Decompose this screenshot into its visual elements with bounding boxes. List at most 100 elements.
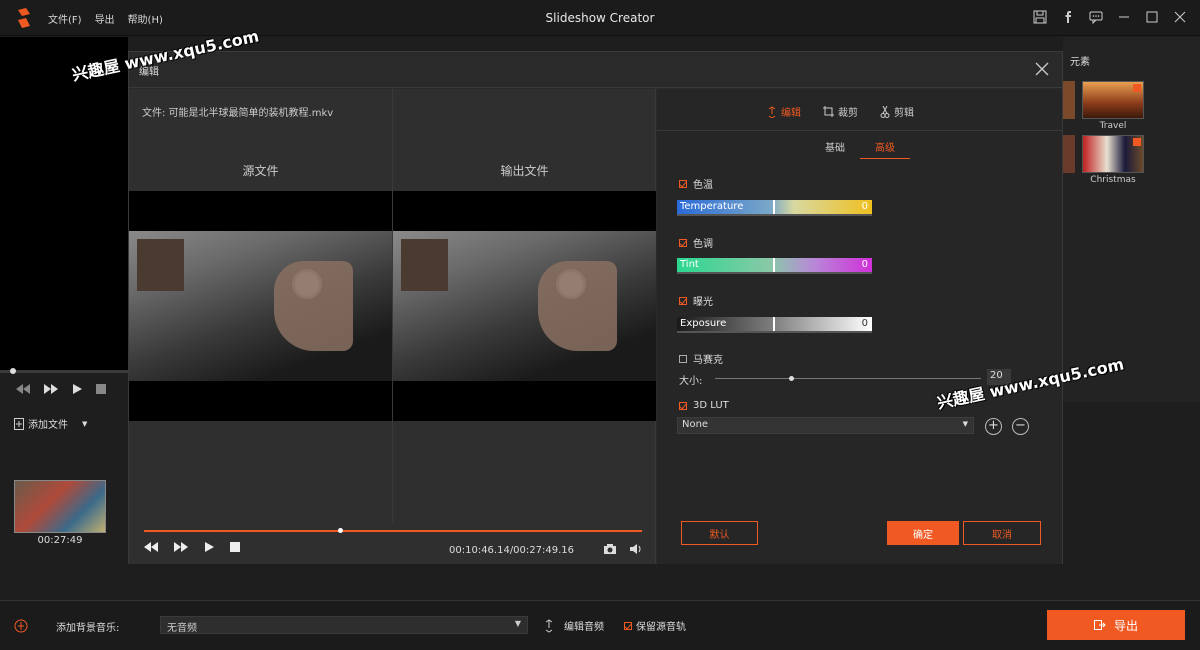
exposure-option[interactable]: 曝光 <box>679 293 713 308</box>
element-card-partial[interactable] <box>1063 135 1075 173</box>
lut-value: None <box>682 419 709 430</box>
temperature-value: 0 <box>861 201 868 212</box>
keep-track-checkbox[interactable]: 保留源音轨 <box>624 618 686 633</box>
export-label: 导出 <box>1113 618 1138 633</box>
exposure-slider[interactable]: Exposure 0 <box>677 317 872 333</box>
cancel-button[interactable]: 取消 <box>963 521 1041 545</box>
media-thumbnail[interactable] <box>14 480 106 533</box>
add-file-button[interactable]: 添加文件 ▼ <box>14 416 87 431</box>
mosaic-option[interactable]: 马赛克 <box>679 351 723 366</box>
tab-divider <box>657 130 1062 131</box>
tab-edit[interactable]: 编辑 <box>767 104 801 119</box>
file-name: 文件: 可能是北半球最简单的装机教程.mkv <box>142 108 334 119</box>
add-lut-icon[interactable]: + <box>985 418 1002 435</box>
video-frame <box>129 231 392 381</box>
volume-icon[interactable] <box>629 543 643 555</box>
tab-clip[interactable]: 剪辑 <box>880 104 914 119</box>
preview-seekbar[interactable] <box>0 368 128 374</box>
checkbox-checked-icon[interactable] <box>679 296 687 305</box>
maximize-icon[interactable] <box>1144 9 1160 25</box>
edit-icon <box>768 105 776 118</box>
lut-select[interactable]: None ▼ <box>677 417 974 434</box>
title-bar: 文件(F) 导出 帮助(H) Slideshow Creator <box>0 0 1200 36</box>
output-video <box>393 191 656 421</box>
element-card-christmas[interactable] <box>1082 135 1144 173</box>
close-icon[interactable] <box>1172 9 1188 25</box>
element-card-partial[interactable] <box>1063 81 1075 119</box>
tint-value: 0 <box>861 259 868 270</box>
add-file-icon <box>14 417 24 430</box>
tint-slider[interactable]: Tint 0 <box>677 258 872 274</box>
element-card-travel[interactable] <box>1082 81 1144 119</box>
play-icon[interactable] <box>204 542 214 552</box>
edit-audio-button[interactable]: 编辑音频 <box>544 618 604 633</box>
checkbox-checked-icon[interactable] <box>679 401 687 410</box>
menu-bar: 文件(F) 导出 帮助(H) <box>48 11 163 26</box>
seek-handle[interactable] <box>338 528 344 533</box>
menu-export[interactable]: 导出 <box>95 11 115 26</box>
stop-icon[interactable] <box>230 542 240 552</box>
dialog-close-icon[interactable] <box>1034 61 1050 77</box>
exposure-value: 0 <box>861 318 868 329</box>
lut-option[interactable]: 3D LUT <box>679 400 729 411</box>
mosaic-size-label: 大小: <box>679 376 703 387</box>
subtab-advanced[interactable]: 高级 <box>860 139 910 159</box>
checkbox-checked-icon[interactable] <box>679 179 687 188</box>
feedback-icon[interactable] <box>1088 9 1104 25</box>
element-name-christmas: Christmas <box>1090 175 1136 185</box>
minimize-icon[interactable] <box>1116 9 1132 25</box>
music-add-icon[interactable] <box>14 617 28 635</box>
checkbox-unchecked-icon[interactable] <box>679 354 687 363</box>
mosaic-label: 马赛克 <box>693 355 723 366</box>
slider-handle[interactable] <box>789 376 794 381</box>
download-badge-icon <box>1133 84 1141 92</box>
preview-section: 文件: 可能是北半球最简单的装机教程.mkv 源文件 输出文件 00:10:46… <box>129 89 656 564</box>
fast-forward-icon[interactable] <box>174 542 188 552</box>
temperature-option[interactable]: 色温 <box>679 176 713 191</box>
seek-handle[interactable] <box>10 368 16 374</box>
chevron-down-icon: ▼ <box>962 420 968 428</box>
default-button[interactable]: 默认 <box>681 521 758 545</box>
checkbox-checked-icon[interactable] <box>679 238 687 247</box>
settings-section: 编辑 裁剪 剪辑 基础 高级 色温 Temperature 0 色调 Tint … <box>657 89 1062 564</box>
edit-tabs: 编辑 裁剪 剪辑 <box>767 104 914 119</box>
bgm-label: 添加背景音乐: <box>56 623 120 634</box>
tint-bar-label: Tint <box>680 259 699 270</box>
stop-icon[interactable] <box>96 384 106 394</box>
edit-audio-icon <box>545 618 553 633</box>
mosaic-size-slider[interactable] <box>715 376 981 381</box>
playback-seekbar[interactable] <box>144 528 642 533</box>
checkbox-checked-icon[interactable] <box>624 621 632 630</box>
save-icon[interactable] <box>1032 9 1048 25</box>
rewind-icon[interactable] <box>144 542 158 552</box>
slider-handle[interactable] <box>773 200 775 214</box>
menu-help[interactable]: 帮助(H) <box>128 11 163 26</box>
fast-forward-icon[interactable] <box>44 384 58 394</box>
export-icon <box>1093 620 1106 630</box>
crop-icon <box>823 106 834 117</box>
export-button[interactable]: 导出 <box>1047 610 1185 640</box>
app-logo-icon <box>18 8 30 28</box>
slider-handle[interactable] <box>773 317 775 331</box>
mosaic-size-value[interactable]: 20 <box>987 369 1011 385</box>
tab-crop[interactable]: 裁剪 <box>823 104 858 119</box>
snapshot-icon[interactable] <box>603 543 617 555</box>
subtab-basic[interactable]: 基础 <box>810 139 860 159</box>
rewind-icon[interactable] <box>16 384 30 394</box>
preview-controls <box>0 375 128 403</box>
main-preview <box>0 37 128 370</box>
menu-file[interactable]: 文件(F) <box>48 11 82 26</box>
remove-lut-icon[interactable]: − <box>1012 418 1029 435</box>
ok-button[interactable]: 确定 <box>887 521 959 545</box>
window-controls <box>1032 9 1188 25</box>
slider-handle[interactable] <box>773 258 775 272</box>
facebook-icon[interactable] <box>1060 9 1076 25</box>
exposure-bar-label: Exposure <box>680 318 727 329</box>
add-file-label: 添加文件 <box>28 420 68 431</box>
chevron-down-icon[interactable]: ▼ <box>82 420 87 428</box>
play-icon[interactable] <box>72 384 82 394</box>
exposure-label: 曝光 <box>693 297 713 308</box>
bgm-select[interactable]: 无音频 ▼ <box>160 616 528 634</box>
temperature-slider[interactable]: Temperature 0 <box>677 200 872 216</box>
tint-option[interactable]: 色调 <box>679 235 713 250</box>
